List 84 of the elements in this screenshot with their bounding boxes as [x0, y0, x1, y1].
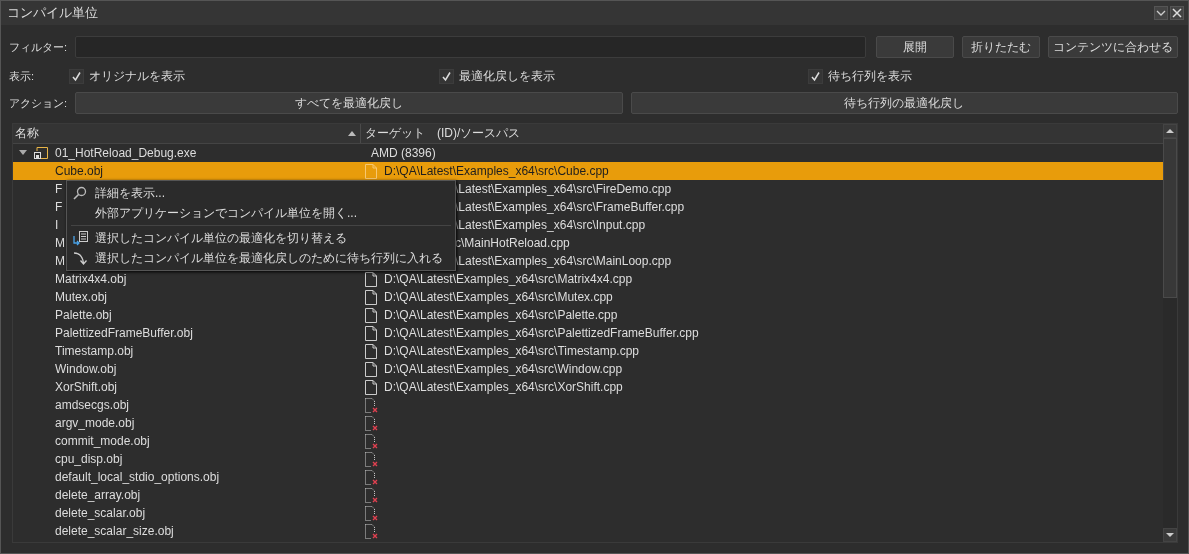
checkbox[interactable] [69, 68, 84, 84]
file-name[interactable]: Cube.obj [55, 164, 104, 178]
checkbox[interactable] [438, 68, 454, 84]
file-name[interactable]: default_local_stdio_options.obj [55, 470, 220, 484]
source-path: \Latest\Examples_x64\src\FireDemo.cpp [455, 182, 672, 196]
expand-arrow-icon[interactable] [19, 150, 27, 156]
source-path: \Latest\Examples_x64\src\Input.cpp [455, 218, 646, 232]
curved-arrow-icon [73, 250, 88, 266]
file-icon [365, 271, 377, 287]
selected-row[interactable]: Cube.obj D:\QA\Latest\Examples_x64\src\Cube.cpp [13, 162, 1163, 180]
source-path: D:\QA\Latest\Examples_x64\src\Mutex.cpp [384, 290, 613, 304]
file-name[interactable]: M [55, 254, 65, 268]
file-name[interactable]: delete_array.obj [55, 488, 141, 502]
missing-file-icon [365, 415, 378, 431]
file-name[interactable]: amdsecgs.obj [55, 398, 130, 412]
file-icon [365, 163, 377, 179]
tree-button[interactable]: コンテンツに合わせる [1048, 36, 1178, 58]
search-icon [73, 186, 87, 200]
file-name[interactable]: commit_mode.obj [55, 434, 150, 448]
checkbox-label: 最適化戻しを表示 [458, 67, 555, 85]
action-button[interactable]: 待ち行列の最適化戻し [630, 92, 1178, 114]
file-name[interactable]: PalettizedFrameBuffer.obj [55, 326, 193, 340]
source-path: \Latest\Examples_x64\src\MainLoop.cpp [455, 254, 672, 268]
file-name[interactable]: cpu_disp.obj [55, 452, 123, 466]
missing-file-icon [365, 397, 378, 413]
checkbox-label: オリジナルを表示 [89, 67, 185, 85]
missing-file-icon [365, 523, 378, 539]
file-name[interactable]: F [55, 200, 63, 214]
file-name[interactable]: Matrix4x4.obj [55, 272, 127, 286]
file-name[interactable]: F [55, 182, 63, 196]
file-name[interactable]: Palette.obj [55, 308, 112, 322]
window-title: コンパイル単位 [7, 4, 98, 22]
file-name[interactable]: M [55, 236, 65, 250]
target-text: AMD (8396) [371, 146, 436, 160]
file-name[interactable]: I [55, 218, 59, 232]
file-name[interactable]: XorShift.obj [55, 380, 118, 394]
column-header[interactable]: 名称 [13, 124, 361, 143]
file-icon [365, 289, 377, 305]
source-path: D:\QA\Latest\Examples_x64\src\XorShift.cpp [384, 380, 623, 394]
action-button[interactable]: すべてを最適化戻し [75, 92, 623, 114]
checkbox[interactable] [808, 68, 824, 84]
filter-label: フィルター: [9, 40, 68, 55]
file-name[interactable]: Window.obj [55, 362, 117, 376]
checkbox-label: 待ち行列を表示 [828, 67, 913, 85]
close-icon[interactable] [1170, 6, 1184, 20]
tree-button[interactable]: 折りたたむ [962, 36, 1040, 58]
source-path: D:\QA\Latest\Examples_x64\src\PalettizedFrameBuffer.cpp [384, 326, 699, 340]
missing-file-icon [365, 433, 378, 449]
missing-file-icon [365, 451, 378, 467]
missing-file-icon [365, 469, 378, 485]
missing-file-icon [365, 487, 378, 503]
scrollbar-thumb[interactable] [1163, 138, 1177, 298]
file-icon [365, 307, 377, 323]
source-path: D:\QA\Latest\Examples_x64\src\Window.cpp [384, 362, 623, 376]
toggle-list-icon [73, 230, 88, 246]
source-path: D:\QA\Latest\Examples_x64\src\Timestamp.cpp [384, 344, 639, 358]
scroll-up-icon[interactable] [1163, 124, 1177, 138]
source-path: D:\QA\Latest\Examples_x64\src\Cube.cpp [384, 164, 609, 178]
menu-item[interactable]: 詳細を表示... [67, 183, 455, 203]
missing-file-icon [365, 505, 378, 521]
file-name[interactable]: delete_scalar_size.obj [55, 524, 174, 538]
executable-icon [33, 146, 49, 160]
column-header[interactable]: ターゲット (ID)/ソースパス [361, 124, 1163, 143]
file-icon [365, 379, 377, 395]
action-label: アクション: [9, 96, 68, 111]
scroll-down-icon[interactable] [1163, 528, 1177, 542]
file-name[interactable]: delete_scalar.obj [55, 506, 146, 520]
file-icon [365, 325, 377, 341]
file-icon [365, 361, 377, 377]
tree-item[interactable]: 01_HotReload_Debug.exe [55, 146, 197, 160]
display-label: 表示: [9, 69, 36, 84]
file-name[interactable]: Timestamp.obj [55, 344, 134, 358]
tree-button[interactable]: 展開 [876, 36, 954, 58]
collapse-icon[interactable] [1154, 6, 1168, 20]
source-path: c\MainHotReload.cpp [455, 236, 570, 250]
menu-item[interactable]: 選択したコンパイル単位の最適化を切り替える [67, 228, 455, 248]
menu-item[interactable]: 選択したコンパイル単位を最適化戻しのために待ち行列に入れる [67, 248, 455, 268]
source-path: D:\QA\Latest\Examples_x64\src\Palette.cpp [384, 308, 618, 322]
file-name[interactable]: Mutex.obj [55, 290, 108, 304]
file-icon [365, 343, 377, 359]
file-name[interactable]: argv_mode.obj [55, 416, 135, 430]
source-path: D:\QA\Latest\Examples_x64\src\Matrix4x4.cpp [384, 272, 633, 286]
menu-item[interactable]: 外部アプリケーションでコンパイル単位を開く... [67, 203, 455, 223]
source-path: \Latest\Examples_x64\src\FrameBuffer.cpp [455, 200, 685, 214]
